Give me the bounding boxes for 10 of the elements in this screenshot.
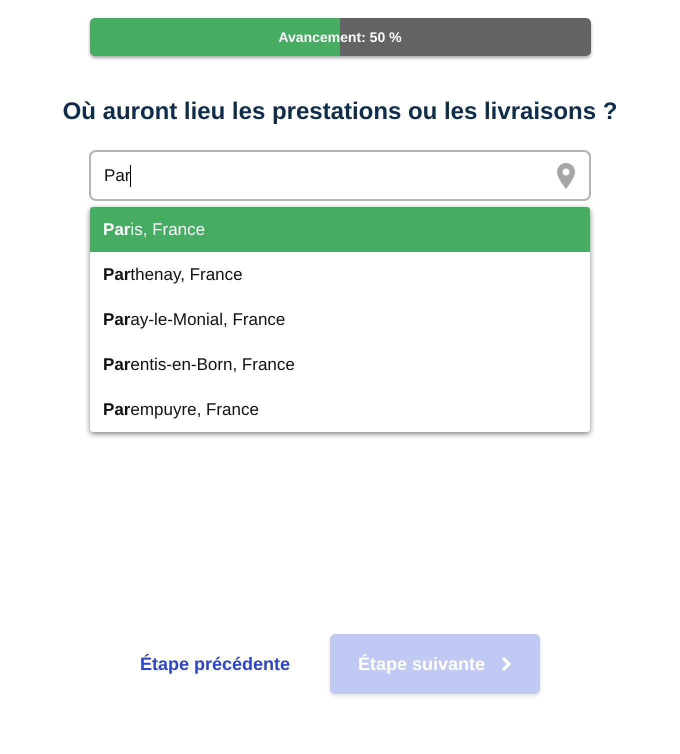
suggestion-item[interactable]: Parthenay, France <box>90 252 590 297</box>
progress-label: Avancement: 50 % <box>278 29 402 45</box>
location-field[interactable]: Par <box>89 150 591 201</box>
question-title: Où auront lieu les prestations ou les livraisons ? <box>62 98 618 126</box>
map-pin-icon <box>557 162 575 188</box>
suggestion-item[interactable]: Parentis-en-Born, France <box>90 342 590 387</box>
previous-step-link[interactable]: Étape précédente <box>140 654 290 674</box>
chevron-right-icon <box>501 656 512 672</box>
suggestion-item[interactable]: Paray-le-Monial, France <box>90 297 590 342</box>
suggestion-item[interactable]: Parempuyre, France <box>90 387 590 432</box>
